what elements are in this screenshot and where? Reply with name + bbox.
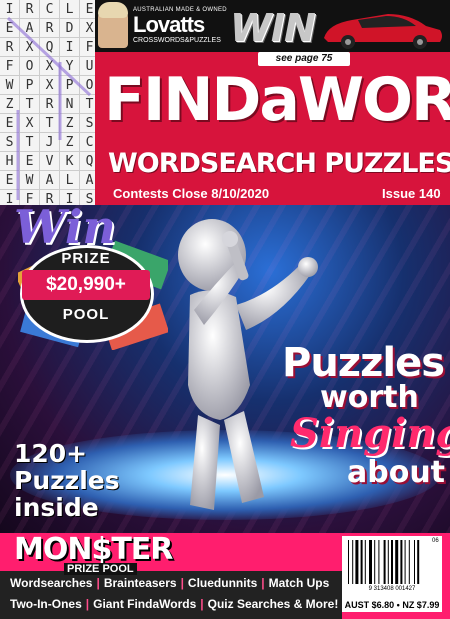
barcode-bar: [374, 540, 376, 584]
barcode-bar: [404, 540, 406, 584]
barcode-bar: [414, 540, 415, 584]
barcode-addon: 06: [432, 538, 439, 544]
monster-subtitle: PRIZE POOL: [64, 563, 137, 575]
brand-logo: Lovatts: [133, 12, 205, 37]
barcode-bar: [387, 540, 389, 584]
feature-item: Wordsearches: [10, 576, 93, 590]
win-headline: WIN: [230, 6, 316, 50]
feature-item: Brainteasers: [103, 576, 177, 590]
barcode-bar: [395, 540, 399, 584]
feature-item: Match Ups: [268, 576, 330, 590]
feature-separator: |: [85, 597, 90, 611]
puzzle-count: 120+ Puzzles inside: [14, 440, 120, 521]
feature-separator: |: [96, 576, 100, 590]
features-row-1: Wordsearches | Brainteasers | Cluedunnits | Ma…: [10, 576, 333, 590]
issue-number: Issue 140: [382, 186, 441, 201]
barcode-bar: [369, 540, 372, 584]
car-prize-image: [324, 14, 442, 49]
magazine-subtitle: WORDSEARCH PUZZLES: [108, 148, 450, 179]
barcode-bar: [383, 540, 386, 584]
contests-close: Contests Close 8/10/2020: [113, 186, 270, 201]
barcode-bar: [364, 540, 366, 584]
prize-label: PRIZE: [61, 250, 111, 267]
feature-item: Quiz Searches & More!: [207, 597, 339, 611]
grid-highlight-loops: [6, 16, 92, 200]
barcode-bar: [360, 540, 363, 584]
monster-logo: MON$TER: [14, 532, 173, 567]
barcode-bar: [352, 540, 354, 584]
feature-item: Giant FindaWords: [93, 597, 197, 611]
barcode-bar: [355, 540, 359, 584]
feature-item: Two-In-Ones: [10, 597, 82, 611]
barcode-bar: [417, 540, 420, 584]
prize-amount: $20,990+: [22, 270, 150, 300]
barcode-bar: [408, 540, 410, 584]
puzzle-count-number: 120+: [14, 439, 88, 468]
pool-label: POOL: [62, 306, 110, 323]
slogan-line-3: Singing: [290, 410, 450, 457]
cover-price: AUST $6.80 • NZ $7.99: [342, 598, 442, 612]
barcode-bars: [348, 540, 420, 584]
feature-separator: |: [200, 597, 204, 611]
features-row-2: Two-In-Ones | Giant FindaWords | Quiz Search…: [10, 597, 342, 611]
presenter-portrait: [98, 2, 128, 48]
see-page-label: see page 75: [258, 52, 350, 66]
barcode-bar: [400, 540, 403, 584]
magazine-cover: IRCLEEARDXRXQIFFOXYUWPXPOZTRNTEXTZSSTJZC…: [0, 0, 450, 619]
barcode-bar: [378, 540, 380, 584]
puzzle-count-inside: inside: [14, 493, 99, 522]
feature-separator: |: [261, 576, 265, 590]
barcode-bar: [348, 540, 349, 584]
barcode-number: 9 313408 001427: [368, 586, 416, 592]
feature-separator: |: [180, 576, 184, 590]
feature-item: Cluedunnits: [187, 576, 258, 590]
puzzle-count-word: Puzzles: [14, 466, 120, 495]
brand-subtitle: CROSSWORDS&PUZZLES: [133, 37, 221, 44]
magazine-title: FINDaWORD: [104, 65, 450, 135]
barcode-bar: [391, 540, 393, 584]
slogan-line-4: about: [347, 455, 446, 490]
